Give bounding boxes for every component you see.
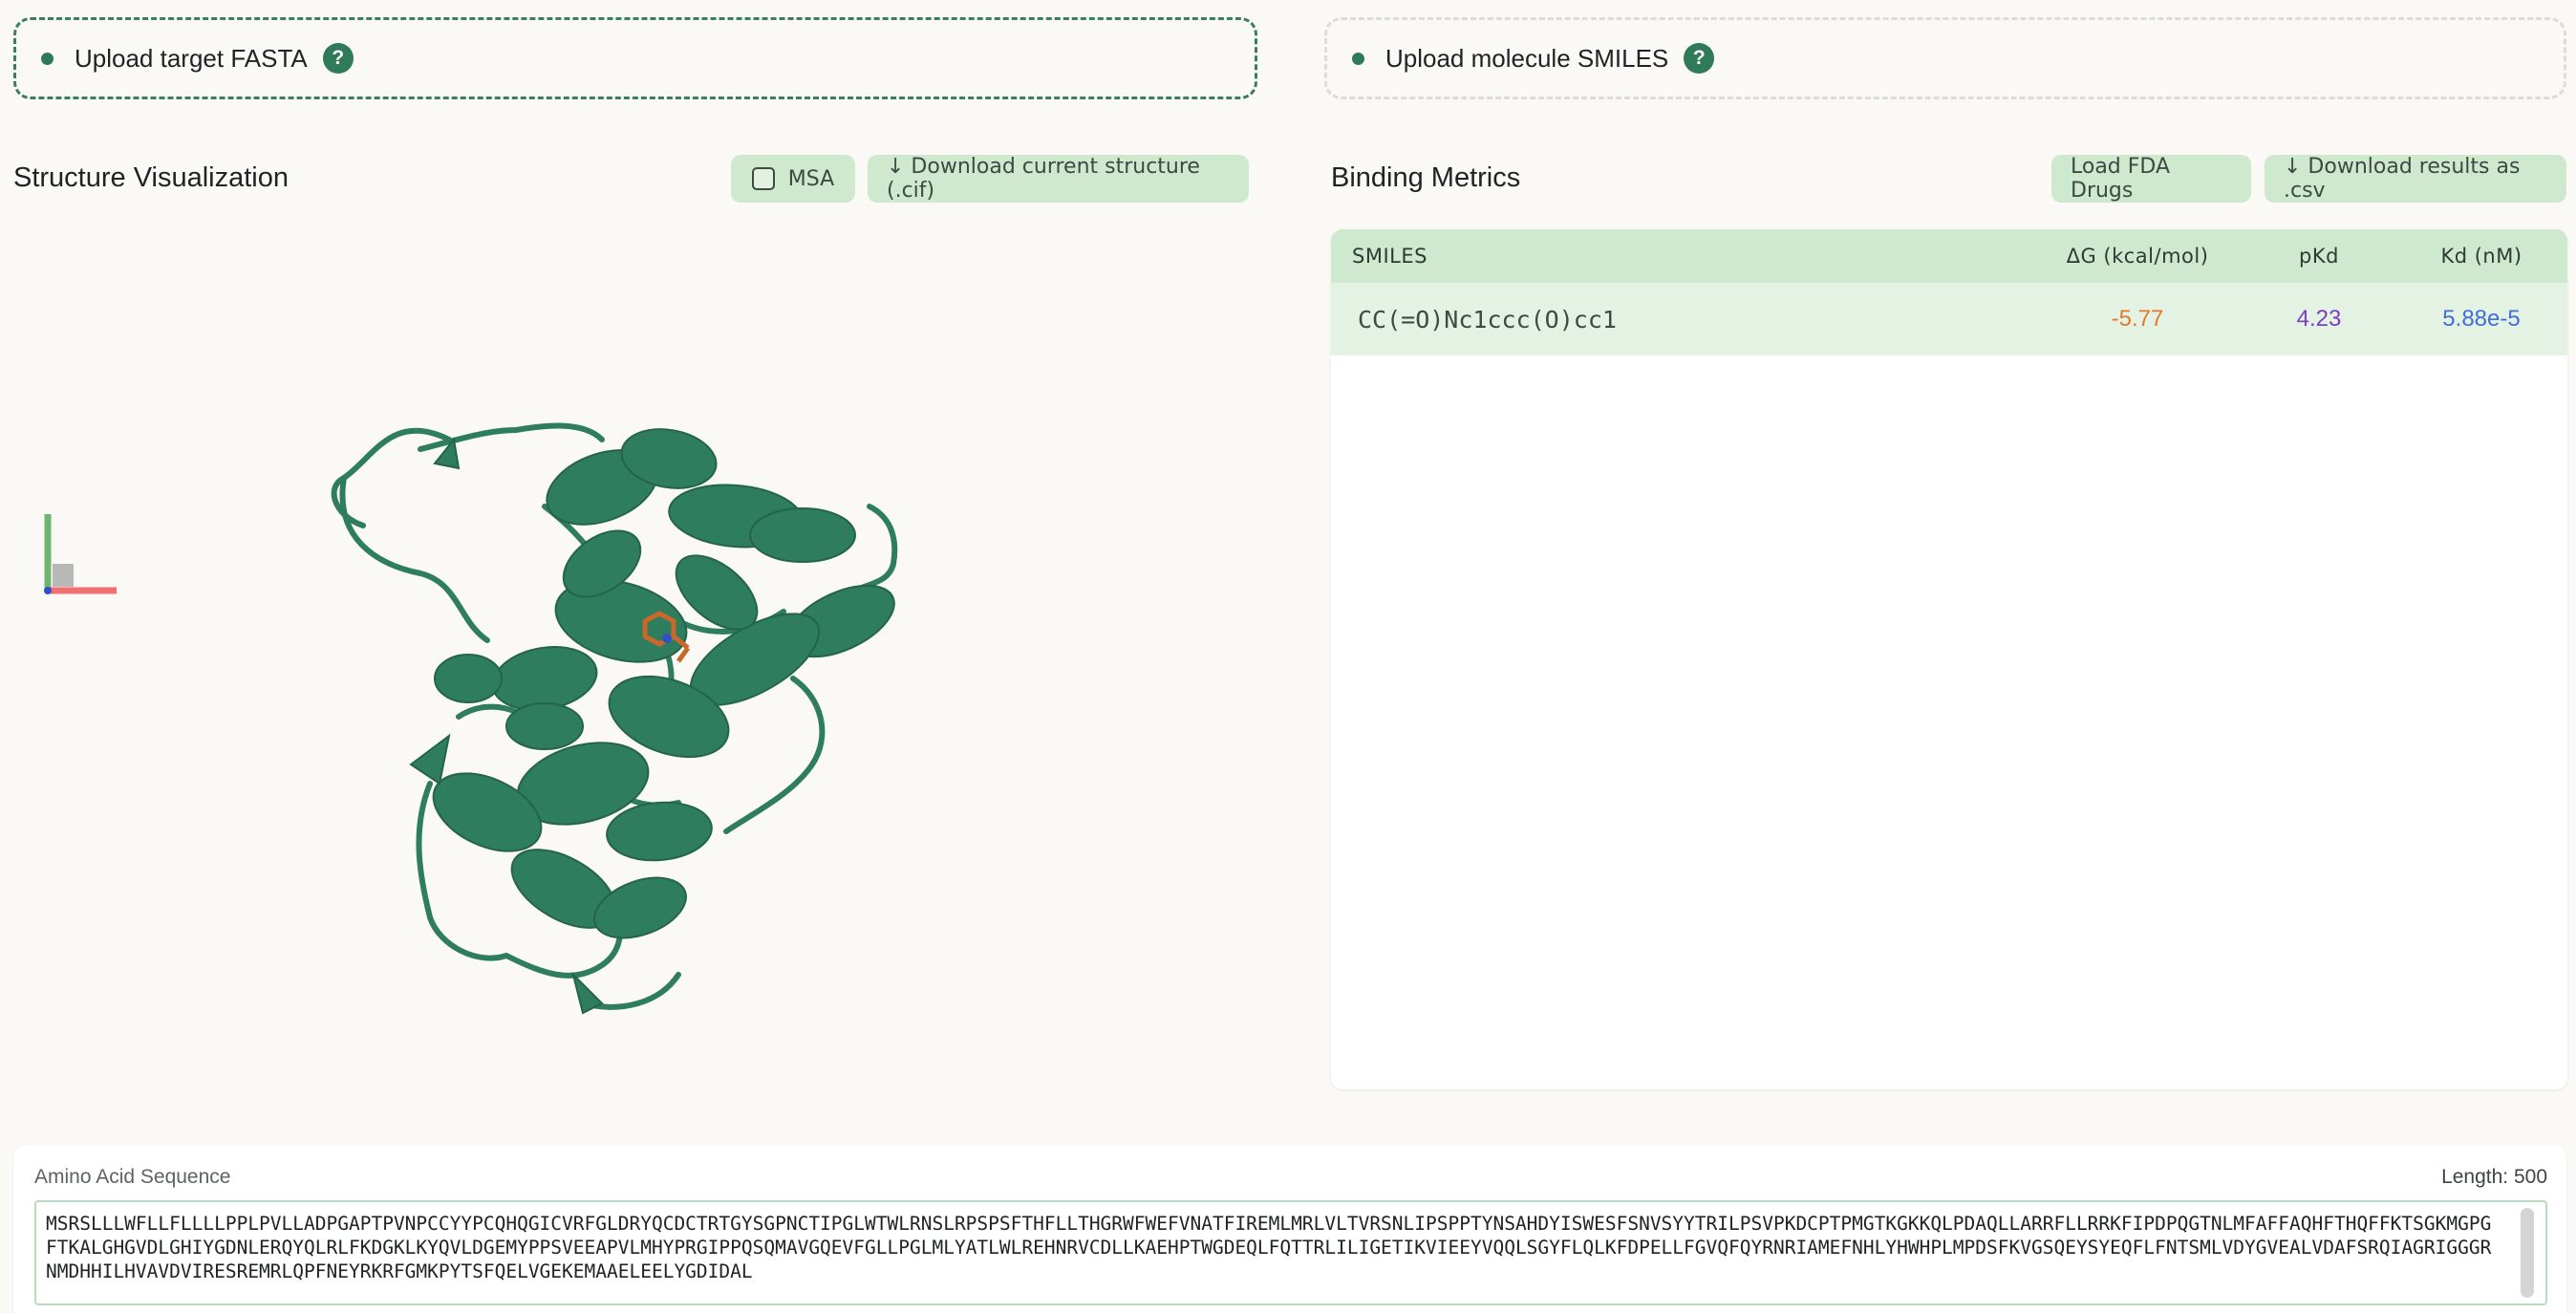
structure-viewer[interactable] [10,220,1252,1061]
status-dot [41,52,54,65]
metrics-title: Binding Metrics [1331,162,1521,193]
msa-checkbox[interactable] [751,167,775,190]
cell-smiles: CC(=O)Nc1ccc(O)cc1 [1358,305,1617,334]
status-dot [1352,52,1364,65]
table-row[interactable]: CC(=O)Nc1ccc(O)cc1 -5.77 4.23 5.88e-5 [1331,283,2567,355]
cell-kd: 5.88e-5 [2442,306,2521,332]
upload-fasta-dropzone[interactable]: Upload target FASTA ? [13,17,1257,99]
msa-toggle-button[interactable]: MSA [731,155,855,203]
protein-structure-render [44,422,898,1015]
upload-fasta-label: Upload target FASTA [75,43,308,73]
download-csv-button[interactable]: ↓ Download results as .csv [2265,155,2566,203]
cell-pkd: 4.23 [2296,306,2342,332]
sequence-text: MSRSLLLWFLLFLLLLPPLPVLLADPGAPTPVNPCCYYPC… [46,1213,2492,1282]
sequence-label: Amino Acid Sequence [34,1166,231,1188]
column-header-smiles[interactable]: SMILES [1331,245,2032,268]
sequence-textarea[interactable]: MSRSLLLWFLLFLLLLPPLPVLLADPGAPTPVNPCCYYPC… [34,1200,2547,1305]
axes-gizmo [44,514,117,594]
upload-smiles-label: Upload molecule SMILES [1385,43,1669,73]
msa-label: MSA [787,166,835,191]
cell-dg: -5.77 [2111,306,2164,332]
table-header: SMILES ΔG (kcal/mol) pKd Kd (nM) [1331,229,2567,283]
upload-smiles-dropzone[interactable]: Upload molecule SMILES ? [1324,17,2566,99]
column-header-kd[interactable]: Kd (nM) [2395,245,2567,268]
structure-title: Structure Visualization [13,162,290,193]
column-header-dg[interactable]: ΔG (kcal/mol) [2032,245,2243,268]
column-header-pkd[interactable]: pKd [2243,245,2395,268]
sequence-length: Length: 500 [2441,1166,2547,1188]
help-icon[interactable]: ? [322,43,354,74]
metrics-table: SMILES ΔG (kcal/mol) pKd Kd (nM) CC(=O)N… [1331,229,2567,1089]
sequence-panel: Amino Acid Sequence Length: 500 MSRSLLLW… [13,1145,2566,1313]
help-icon[interactable]: ? [1684,43,1715,74]
sequence-scrollbar[interactable] [2521,1208,2534,1298]
load-fda-drugs-button[interactable]: Load FDA Drugs [2051,155,2251,203]
download-structure-button[interactable]: ↓ Download current structure (.cif) [868,155,1249,203]
